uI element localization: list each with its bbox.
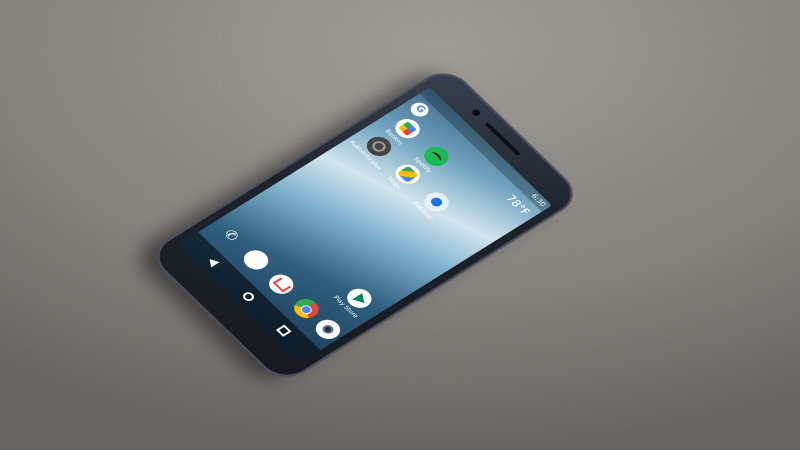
messages-icon[interactable] (238, 246, 274, 274)
gmail-icon[interactable] (264, 270, 299, 298)
recents-icon[interactable] (275, 324, 292, 337)
chrome-icon[interactable] (289, 295, 324, 322)
back-icon[interactable] (205, 256, 220, 268)
camera-icon[interactable] (310, 315, 346, 343)
app-play-store[interactable]: Play Store (328, 279, 383, 323)
phone-icon[interactable]: ✆ (214, 222, 248, 249)
photo-scene: 6:30 G 78°F Bookm Spotify Authenticator (0, 0, 800, 450)
front-camera (470, 108, 482, 117)
status-time: 6:30 (529, 192, 548, 208)
home-icon[interactable] (240, 290, 257, 303)
